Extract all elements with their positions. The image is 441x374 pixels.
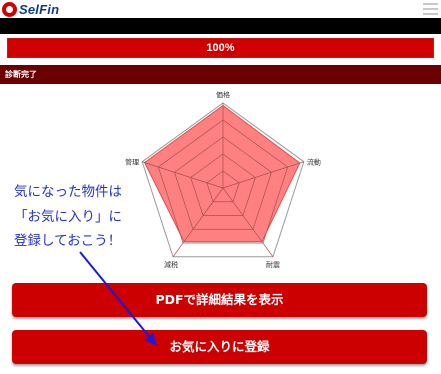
- show-pdf-results-button[interactable]: PDFで詳細結果を表示: [12, 283, 427, 317]
- add-to-favorites-button[interactable]: お気に入りに登録: [12, 330, 427, 364]
- annotation-line-3: 登録しておこう！: [14, 233, 122, 249]
- radar-data-area: [143, 104, 301, 243]
- radar-axis-label: 減税: [164, 260, 178, 269]
- radar-axis-label: 耐震: [266, 260, 280, 269]
- annotation-text: 気になった物件は 「お気に入り」に 登録しておこう！: [14, 180, 144, 254]
- radar-axis-label: 価格: [216, 90, 230, 99]
- annotation-line-2: 「お気に入り」に: [14, 208, 122, 225]
- radar-axis-label: 流動: [307, 158, 321, 167]
- annotation-line-1: 気になった物件は: [14, 184, 122, 200]
- radar-axis-label: 管理: [125, 158, 139, 167]
